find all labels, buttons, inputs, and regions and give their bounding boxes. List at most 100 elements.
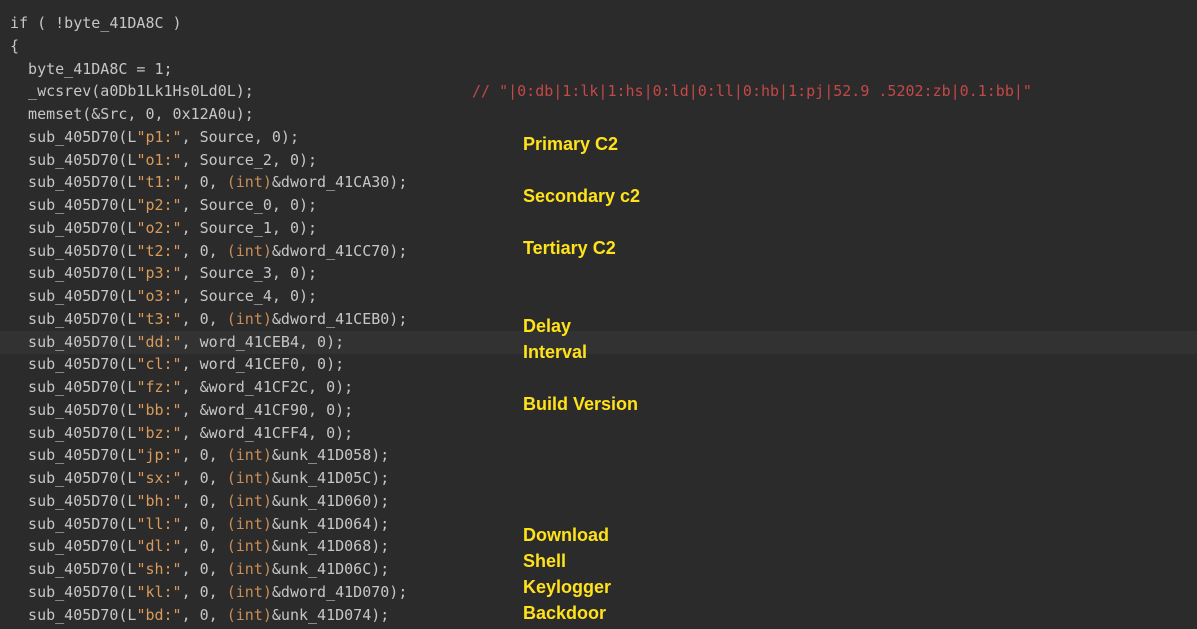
code-keyword: (int): [226, 605, 272, 624]
code-keyword: (int): [226, 309, 272, 328]
code-keyword: (int): [226, 491, 272, 510]
code-text: &unk_41D068);: [271, 537, 390, 556]
code-line: sub_405D70(L"t3:", 0, (int)&dword_41CEB0…: [0, 308, 1197, 331]
code-text: , 0,: [181, 514, 227, 533]
annotation-keylogger: Keylogger: [523, 577, 612, 597]
code-text: , Source_3, 0);: [181, 264, 318, 283]
code-string-literal: "p3:": [136, 264, 182, 283]
code-text: sub_405D70(L: [10, 469, 137, 487]
code-string-literal: "p1:": [136, 127, 182, 146]
code-string-literal: "bz:": [136, 423, 182, 442]
code-text: , Source_2, 0);: [181, 150, 318, 169]
code-text: sub_405D70(L: [10, 309, 137, 328]
annotation-interval: Interval: [523, 342, 588, 362]
code-string-literal: "t1:": [136, 173, 182, 192]
code-text: sub_405D70(L: [10, 582, 137, 601]
annotation-secondary-c2: Secondary c2: [523, 186, 641, 206]
annotation-download: Download: [523, 525, 609, 545]
code-text: sub_405D70(L: [10, 264, 137, 283]
code-comment: // "|0:db|1:lk|1:hs|0:ld|0:ll|0:hb|1:pj|…: [472, 82, 1032, 101]
code-line: if ( !byte_41DA8C ): [0, 12, 1197, 35]
code-text: sub_405D70(L: [10, 560, 137, 578]
code-text: _wcsrev(a0Db1Lk1Hs0Ld0L);: [10, 82, 254, 101]
code-text: sub_405D70(L: [10, 196, 137, 214]
code-line: _wcsrev(a0Db1Lk1Hs0Ld0L); // "|0:db|1:lk|…: [0, 80, 1197, 103]
code-string-literal: "cl:": [136, 355, 182, 374]
code-string-literal: "p2:": [136, 196, 182, 214]
code-string-literal: "kl:": [136, 582, 182, 601]
code-string-literal: "o1:": [136, 150, 182, 169]
code-text: sub_405D70(L: [10, 127, 137, 146]
code-text: &dword_41CA30);: [271, 173, 408, 192]
code-text: , Source, 0);: [181, 127, 299, 146]
code-line: sub_405D70(L"p3:", Source_3, 0);: [0, 262, 1197, 285]
code-text: , 0,: [181, 560, 227, 578]
code-string-literal: "fz:": [136, 378, 182, 396]
code-text: , 0,: [181, 537, 227, 556]
code-keyword: (int): [226, 514, 272, 533]
code-text: sub_405D70(L: [10, 537, 137, 556]
code-text: &dword_41CEB0);: [271, 309, 408, 328]
code-line: sub_405D70(L"bz:", &word_41CFF4, 0);: [0, 422, 1197, 445]
code-text: , &word_41CFF4, 0);: [181, 423, 354, 442]
code-text: sub_405D70(L: [10, 446, 137, 465]
annotation-shell: Shell: [523, 551, 567, 571]
code-text: , 0,: [181, 605, 227, 624]
code-keyword: (int): [226, 560, 272, 578]
code-string-literal: "dl:": [136, 537, 182, 556]
code-keyword: (int): [226, 582, 272, 601]
code-string-literal: "dd:": [136, 332, 182, 351]
code-string-literal: "o3:": [136, 287, 182, 305]
code-text: sub_405D70(L: [10, 514, 137, 533]
code-text: , 0,: [181, 446, 227, 465]
code-line: memset(&Src, 0, 0x12A0u);: [0, 103, 1197, 126]
code-line: sub_405D70(L"sx:", 0, (int)&unk_41D05C);: [0, 467, 1197, 490]
code-text: , &word_41CF90, 0);: [181, 400, 354, 419]
code-text: , 0,: [181, 241, 227, 260]
code-string-literal: "t3:": [136, 309, 182, 328]
code-text: , Source_0, 0);: [181, 196, 318, 214]
code-string-literal: "jp:": [136, 446, 182, 465]
code-text: , 0,: [181, 469, 227, 487]
code-text: , word_41CEF0, 0);: [181, 355, 345, 374]
code-text: &dword_41CC70);: [271, 241, 408, 260]
code-text: sub_405D70(L: [10, 173, 137, 192]
code-keyword: (int): [226, 173, 272, 192]
code-string-literal: "t2:": [136, 241, 182, 260]
code-text: sub_405D70(L: [10, 423, 137, 442]
code-text: sub_405D70(L: [10, 241, 137, 260]
annotation-backdoor: Backdoor: [523, 603, 607, 623]
code-text: sub_405D70(L: [10, 605, 137, 624]
code-text: , 0,: [181, 491, 227, 510]
annotation-primary-c2: Primary C2: [523, 134, 619, 154]
code-text: sub_405D70(L: [10, 491, 137, 510]
code-text: memset(&Src, 0, 0x12A0u);: [10, 105, 254, 123]
code-string-literal: "o2:": [136, 218, 182, 237]
code-text: &unk_41D060);: [271, 491, 390, 510]
code-string-literal: "sx:": [136, 469, 182, 487]
code-text: , 0,: [181, 173, 227, 192]
code-text: &unk_41D06C);: [271, 560, 390, 578]
code-string-literal: "bd:": [136, 605, 182, 624]
code-text: &unk_41D074);: [271, 605, 390, 624]
code-keyword: (int): [226, 469, 272, 487]
annotation-delay: Delay: [523, 316, 572, 336]
code-text: , Source_4, 0);: [181, 287, 318, 305]
code-keyword: (int): [226, 241, 272, 260]
code-text: sub_405D70(L: [10, 355, 137, 374]
code-string-literal: "ll:": [136, 514, 182, 533]
code-text: sub_405D70(L: [10, 332, 137, 351]
code-string-literal: "sh:": [136, 560, 182, 578]
code-text: sub_405D70(L: [10, 378, 137, 396]
code-line: sub_405D70(L"o3:", Source_4, 0);: [0, 285, 1197, 308]
code-line: sub_405D70(L"cl:", word_41CEF0, 0);: [0, 353, 1197, 376]
code-text: sub_405D70(L: [10, 400, 137, 419]
code-text: , 0,: [181, 582, 227, 601]
code-text: &unk_41D05C);: [271, 469, 390, 487]
code-string-literal: "bb:": [136, 400, 182, 419]
code-keyword: (int): [226, 446, 272, 465]
code-text: {: [10, 36, 20, 55]
code-line: sub_405D70(L"bh:", 0, (int)&unk_41D060);: [0, 490, 1197, 513]
code-text: , 0,: [181, 309, 227, 328]
annotation-tertiary-c2: Tertiary C2: [523, 238, 616, 258]
